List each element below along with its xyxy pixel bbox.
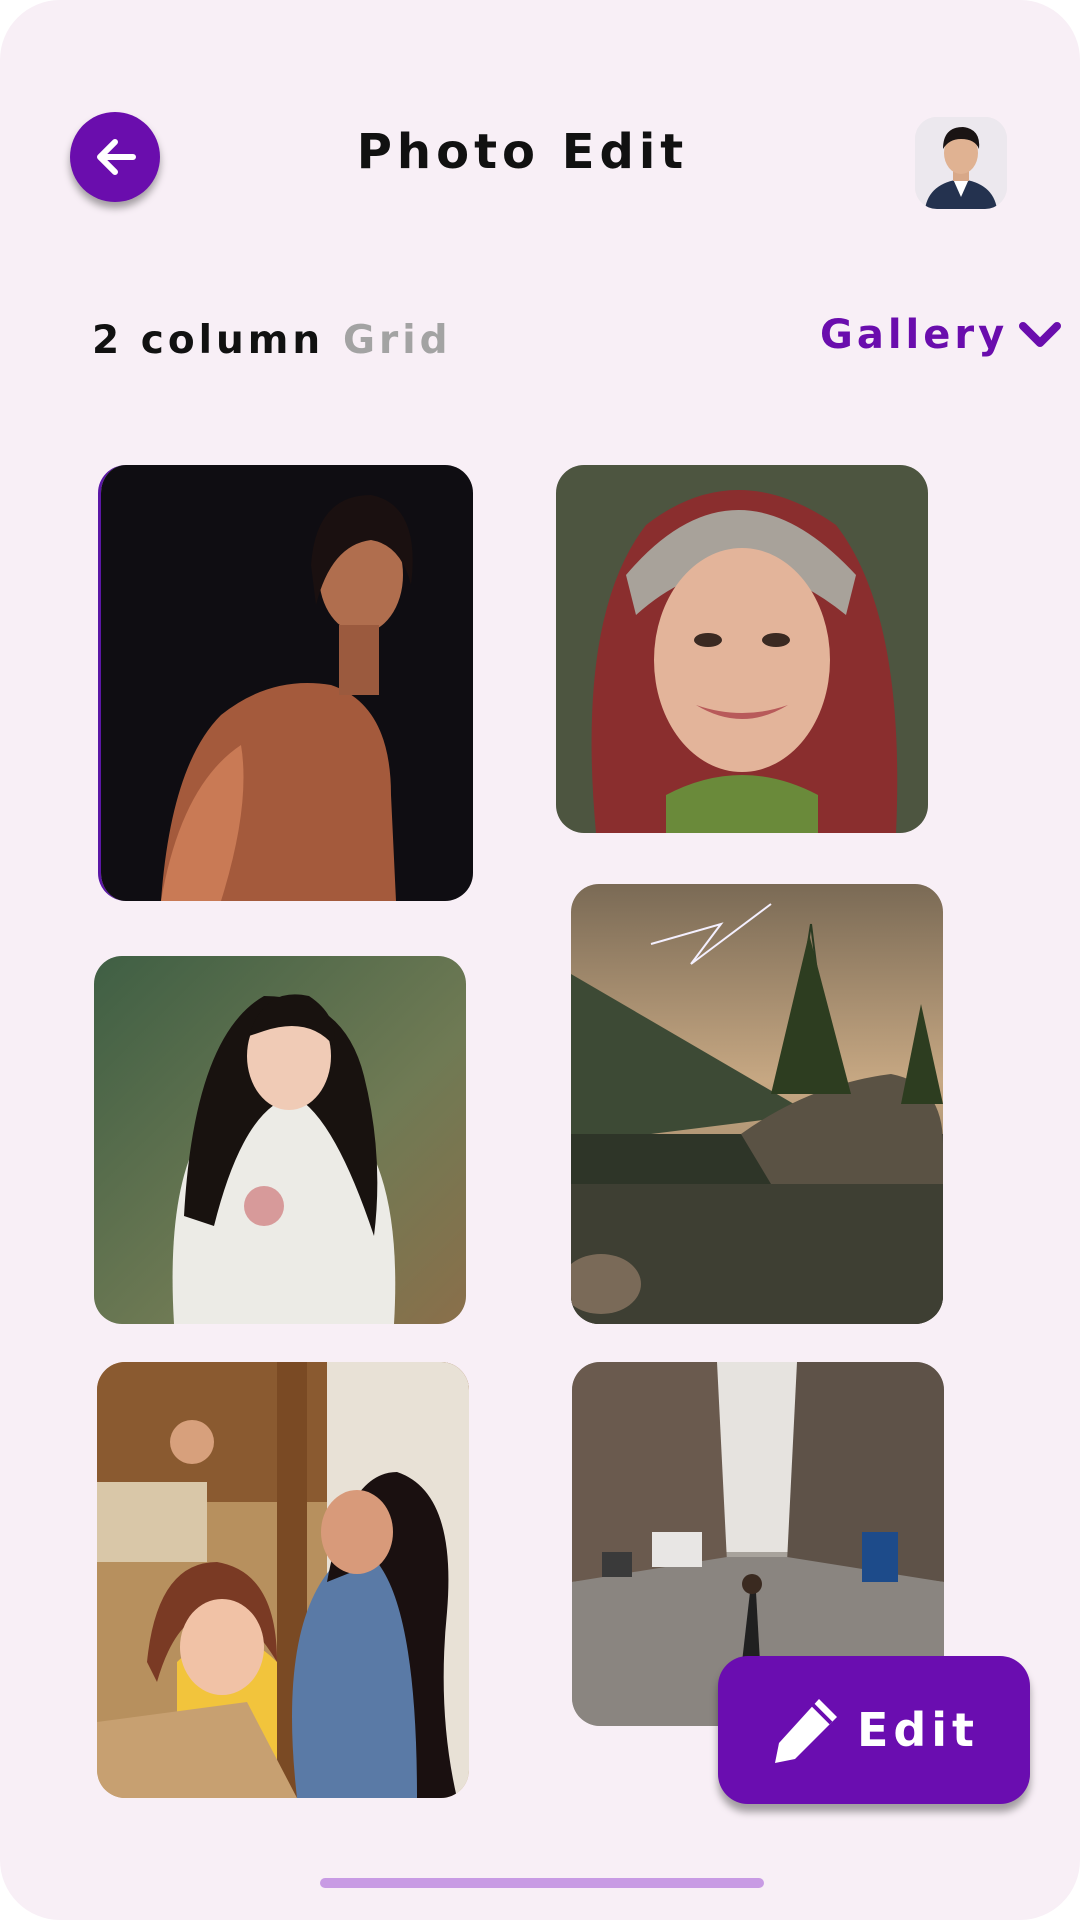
app-screen: Photo Edit 2 column Grid Gallery Edit: [0, 0, 1080, 1920]
photo-image: [556, 465, 928, 833]
photo-tile-2[interactable]: [556, 465, 928, 833]
grid-option[interactable]: Grid: [343, 318, 452, 363]
photo-tile-4[interactable]: [571, 884, 943, 1324]
photo-tile-1[interactable]: [98, 465, 473, 901]
photo-image: [571, 884, 943, 1324]
edit-button[interactable]: Edit: [718, 1656, 1030, 1804]
photo-image: [101, 465, 473, 901]
pencil-icon: [774, 1699, 837, 1763]
gallery-label: Gallery: [820, 312, 1009, 358]
gallery-dropdown[interactable]: Gallery: [820, 312, 1062, 358]
photo-image: [94, 956, 466, 1324]
photo-tile-5[interactable]: [97, 1362, 469, 1798]
avatar[interactable]: [915, 117, 1007, 209]
photo-tile-3[interactable]: [94, 956, 466, 1324]
page-title: Photo Edit: [356, 124, 689, 180]
two-column-option[interactable]: 2 column: [92, 318, 324, 363]
edit-label: Edit: [856, 1703, 980, 1757]
user-avatar: [915, 117, 1007, 209]
chevron-down-icon: [1019, 322, 1062, 347]
photo-image: [97, 1362, 469, 1798]
home-indicator[interactable]: [320, 1878, 764, 1888]
